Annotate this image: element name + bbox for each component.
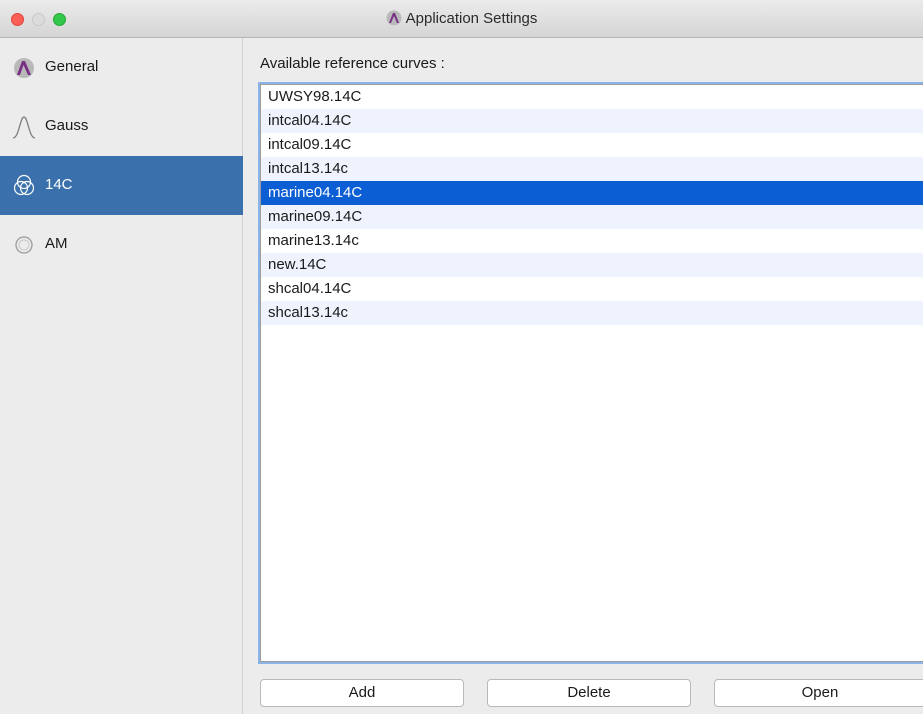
list-item[interactable]: marine13.14c <box>261 229 923 253</box>
sidebar-item-am[interactable]: AM <box>0 215 243 274</box>
window-title: Application Settings <box>0 10 923 27</box>
sidebar-item-label: AM <box>45 235 68 252</box>
list-item[interactable]: new.14C <box>261 253 923 277</box>
chronomodel-logo-icon <box>14 58 34 78</box>
list-item[interactable]: shcal04.14C <box>261 277 923 301</box>
list-item[interactable]: UWSY98.14C <box>261 85 923 109</box>
magnet-ring-icon <box>15 236 33 254</box>
list-item[interactable]: marine04.14C <box>261 181 923 205</box>
circles-icon <box>13 174 35 196</box>
sidebar-item-gauss[interactable]: Gauss <box>0 97 243 156</box>
sidebar: General Gauss 14C AM <box>0 38 243 714</box>
reference-curves-list[interactable]: UWSY98.14C intcal04.14C intcal09.14C intcal… <box>260 84 923 662</box>
sidebar-item-label: General <box>45 58 99 75</box>
list-caption: Available reference curves : <box>260 55 445 72</box>
settings-window: Application Settings General Gauss 14C A… <box>0 0 923 714</box>
list-item[interactable]: intcal09.14C <box>261 133 923 157</box>
list-item[interactable]: intcal04.14C <box>261 109 923 133</box>
window-title-text: Application Settings <box>405 10 538 27</box>
sidebar-item-general[interactable]: General <box>0 38 243 97</box>
list-item[interactable]: intcal13.14c <box>261 157 923 181</box>
list-item[interactable]: marine09.14C <box>261 205 923 229</box>
sidebar-item-label: Gauss <box>45 117 89 134</box>
open-button[interactable]: Open <box>714 679 923 707</box>
sidebar-item-14c[interactable]: 14C <box>0 156 243 215</box>
sidebar-item-label: 14C <box>45 176 73 193</box>
list-item[interactable]: shcal13.14c <box>261 301 923 325</box>
add-button[interactable]: Add <box>260 679 464 707</box>
settings-content: Available reference curves : UWSY98.14C i… <box>243 38 923 714</box>
title-bar: Application Settings <box>0 0 923 38</box>
delete-button[interactable]: Delete <box>487 679 691 707</box>
list-filler <box>261 325 923 349</box>
gauss-curve-icon <box>12 116 36 139</box>
chronomodel-logo-icon <box>386 10 402 26</box>
